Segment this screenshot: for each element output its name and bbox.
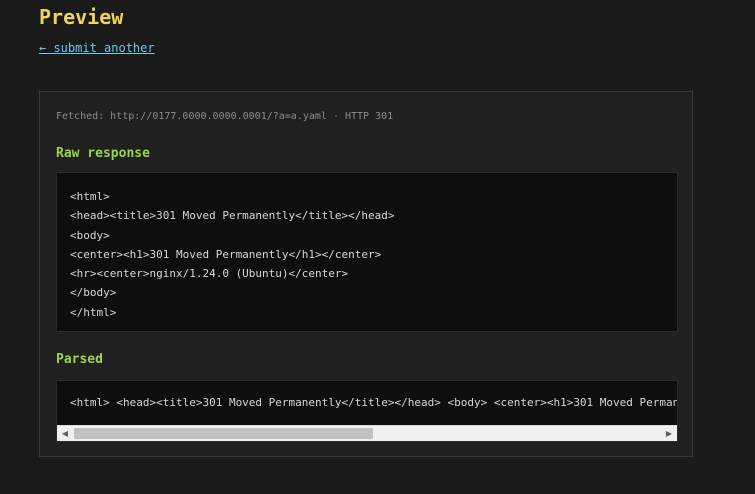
parsed-text: <html> <head><title>301 Moved Permanentl… — [70, 396, 678, 409]
triangle-left-icon[interactable]: ◀ — [57, 426, 73, 441]
raw-line: <body> — [70, 228, 110, 242]
parsed-block: <html> <head><title>301 Moved Permanentl… — [56, 380, 678, 442]
raw-response-lines: <html> <head><title>301 Moved Permanentl… — [70, 187, 395, 322]
preview-page: Preview ← submit another Fetched: http:/… — [0, 0, 755, 494]
horizontal-scrollbar[interactable]: ◀ ▶ — [57, 425, 677, 441]
triangle-right-icon[interactable]: ▶ — [661, 426, 677, 441]
fetched-status: Fetched: http://0177.0000.0000.0001/?a=a… — [56, 111, 394, 122]
result-card: Fetched: http://0177.0000.0000.0001/?a=a… — [39, 91, 693, 457]
raw-line: <html> — [70, 190, 110, 203]
raw-line: <head><title>301 Moved Permanently</titl… — [70, 209, 395, 223]
raw-line: <hr><center>nginx/1.24.0 (Ubuntu)</cente… — [70, 267, 349, 281]
page-title: Preview — [39, 5, 124, 29]
submit-another-link[interactable]: ← submit another — [39, 40, 155, 56]
raw-response-heading: Raw response — [56, 146, 150, 161]
raw-response-block: <html> <head><title>301 Moved Permanentl… — [56, 172, 678, 332]
scrollbar-thumb[interactable] — [74, 428, 373, 439]
parsed-heading: Parsed — [56, 352, 103, 367]
raw-line: </body> — [70, 286, 117, 300]
raw-line: </html> — [70, 305, 117, 319]
raw-line: <center><h1>301 Moved Permanently</h1></… — [70, 247, 382, 261]
